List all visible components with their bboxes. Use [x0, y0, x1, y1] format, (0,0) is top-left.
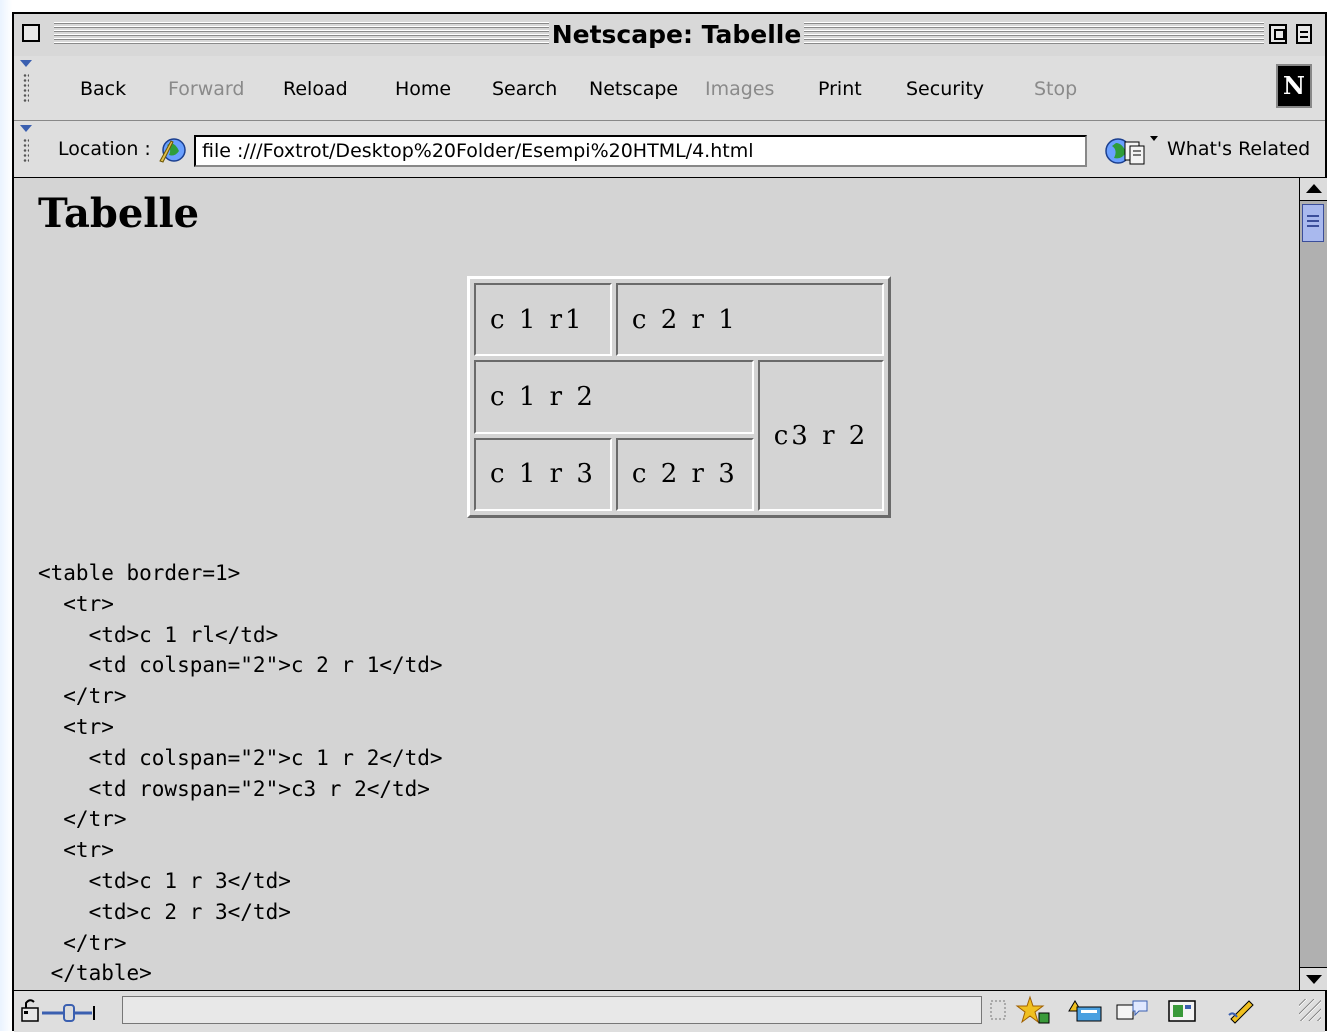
demo-table: c 1 r1 c 2 r 1 c 1 r 2 c3 r 2 c 1 r 3 c …	[467, 276, 892, 518]
reload-button[interactable]: Reload	[283, 78, 348, 100]
location-bar: Location : file :///Foxtrot/Desktop%20Fo…	[14, 121, 1325, 178]
locationbar-collapse-tab-icon[interactable]	[18, 125, 34, 173]
code-line: </tr>	[38, 684, 127, 709]
code-line: <td>c 1 r 3</td>	[38, 868, 291, 893]
code-line: <td colspan="2">c 1 r 2</td>	[38, 745, 443, 770]
collapse-box-icon[interactable]	[1296, 24, 1312, 44]
stop-button[interactable]: Stop	[1034, 78, 1077, 100]
code-line: <tr>	[38, 838, 114, 863]
search-button[interactable]: Search	[492, 78, 557, 100]
table-cell-c2r1: c 2 r 1	[615, 283, 885, 357]
netscape-logo[interactable]: N	[1276, 64, 1312, 108]
images-button[interactable]: Images	[705, 78, 774, 100]
title-bar[interactable]: Netscape: Tabelle	[14, 14, 1325, 57]
code-line: <td colspan="2">c 2 r 1</td>	[38, 653, 443, 678]
location-url-field[interactable]: file :///Foxtrot/Desktop%20Folder/Esempi…	[194, 135, 1087, 167]
code-line: <tr>	[38, 714, 114, 739]
lock-icon[interactable]	[20, 997, 120, 1025]
component-bar-icons[interactable]	[989, 995, 1299, 1025]
toolbar-collapse-tab-icon[interactable]	[18, 60, 34, 116]
page-content: Tabelle c 1 r1 c 2 r 1 c 1 r 2 c3 r 2 c …	[14, 178, 1299, 990]
title-stripes-right	[804, 22, 1264, 46]
table-cell-c1r3: c 1 r 3	[474, 437, 612, 511]
vertical-scrollbar[interactable]	[1299, 178, 1327, 990]
window-title: Netscape: Tabelle	[549, 18, 804, 52]
table-cell-c1r2: c 1 r 2	[474, 360, 754, 434]
location-globe-icon[interactable]	[157, 135, 187, 163]
scroll-thumb[interactable]	[1302, 204, 1324, 242]
scroll-down-arrow-icon[interactable]	[1300, 967, 1327, 990]
whats-related-label[interactable]: What's Related	[1167, 138, 1310, 160]
location-label: Location :	[58, 138, 151, 160]
security-button[interactable]: Security	[906, 78, 984, 100]
print-button[interactable]: Print	[818, 78, 862, 100]
grow-box-icon[interactable]	[1299, 999, 1321, 1021]
close-box-icon[interactable]	[22, 24, 40, 42]
code-line: <table border=1>	[38, 561, 241, 585]
table-row: c 1 r 2 c3 r 2	[474, 360, 885, 511]
home-button[interactable]: Home	[395, 78, 451, 100]
table-row: c 1 r1 c 2 r 1	[474, 283, 885, 357]
code-line: <tr>	[38, 591, 114, 616]
whats-related-icon[interactable]	[1104, 134, 1160, 166]
back-button[interactable]: Back	[80, 78, 126, 100]
code-line: <td>c 2 r 3</td>	[38, 899, 291, 924]
forward-button[interactable]: Forward	[168, 78, 244, 100]
status-message-field	[122, 996, 982, 1024]
netscape-button[interactable]: Netscape	[589, 78, 678, 100]
scroll-up-arrow-icon[interactable]	[1300, 178, 1327, 201]
status-bar	[14, 990, 1325, 1032]
navigation-toolbar: Back Forward Reload Home Search Netscape…	[14, 56, 1325, 121]
page-heading: Tabelle	[38, 190, 200, 237]
table-cell-c1r1: c 1 r1	[474, 283, 612, 357]
desktop-edge	[0, 0, 12, 1031]
code-line: </tr>	[38, 807, 127, 832]
code-line: <td rowspan="2">c3 r 2</td>	[38, 776, 430, 801]
code-line: <td>c 1 rl</td>	[38, 622, 279, 647]
table-cell-c3r2: c3 r 2	[757, 360, 885, 511]
code-line: </tr>	[38, 930, 127, 955]
browser-window: Netscape: Tabelle Back Forward Reload Ho…	[12, 12, 1327, 1032]
code-line: </table>	[38, 961, 152, 986]
table-cell-c2r3: c 2 r 3	[615, 437, 754, 511]
title-stripes-left	[54, 22, 549, 46]
html-source-code: <table border=1> <tr> <td>c 1 rl</td> <t…	[38, 558, 443, 989]
zoom-box-icon[interactable]	[1269, 24, 1287, 44]
